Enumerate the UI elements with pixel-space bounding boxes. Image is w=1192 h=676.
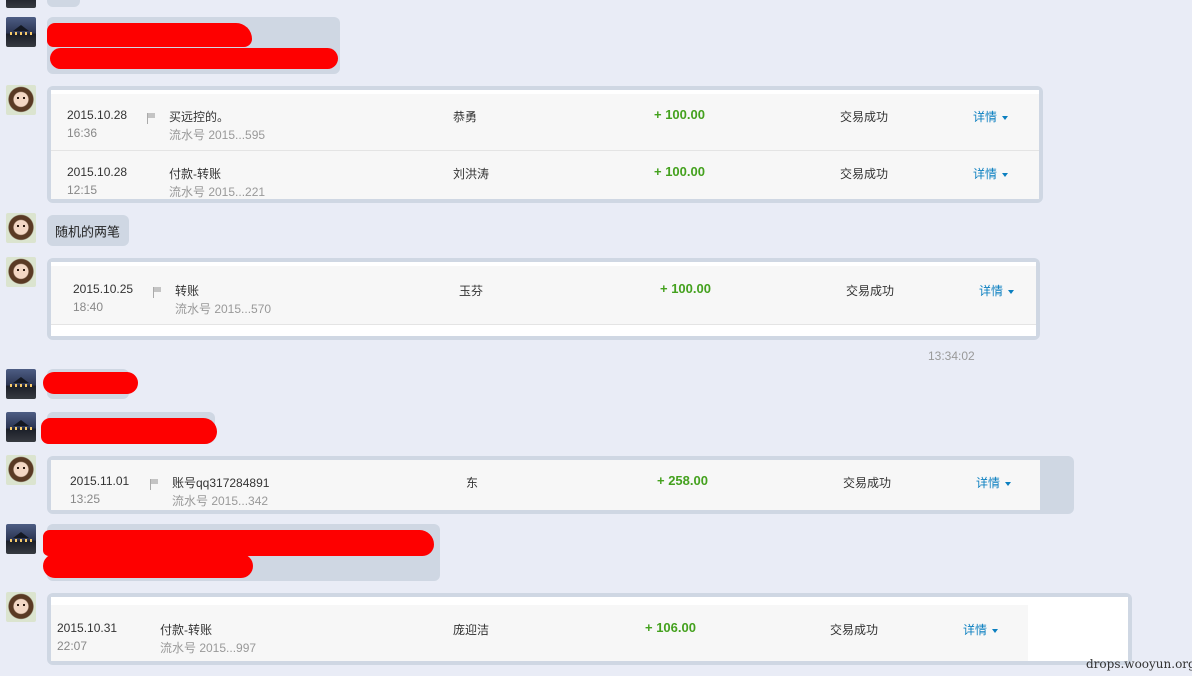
transaction-card: 2015.10.31 22:07 付款-转账 流水号 2015...997 庞迎…	[47, 593, 1132, 665]
details-label: 详情	[973, 110, 998, 124]
caret-down-icon	[1002, 115, 1009, 120]
caret-down-icon	[1005, 481, 1012, 486]
transaction-status: 交易成功	[840, 167, 889, 181]
message-bubble	[43, 369, 138, 399]
flag-icon[interactable]	[150, 479, 159, 490]
transaction-row[interactable]: 2015.10.28 12:15 付款-转账 流水号 2015...221 刘洪…	[51, 151, 1039, 199]
flag-icon[interactable]	[153, 287, 162, 298]
transaction-time: 22:07	[57, 639, 88, 653]
transaction-amount: + 100.00	[654, 107, 705, 122]
details-button[interactable]: 详情	[976, 474, 1012, 491]
transaction-row[interactable]: 2015.10.28 16:36 买远控的。 流水号 2015...595 恭勇…	[51, 94, 1039, 151]
message-bubble	[43, 524, 440, 581]
details-button[interactable]: 详情	[963, 621, 999, 638]
avatar[interactable]	[6, 369, 36, 399]
transaction-description: 账号qq317284891	[172, 476, 270, 490]
redaction-mark	[43, 530, 434, 556]
avatar[interactable]	[6, 17, 36, 47]
avatar[interactable]	[6, 213, 36, 243]
avatar[interactable]	[6, 85, 36, 115]
serial-number: 流水号 2015...342	[172, 494, 269, 508]
transaction-time: 18:40	[73, 300, 104, 314]
serial-number: 流水号 2015...997	[160, 641, 257, 655]
transaction-row[interactable]: 2015.11.01 13:25 账号qq317284891 流水号 2015.…	[51, 460, 1040, 510]
details-label: 详情	[963, 623, 988, 637]
avatar[interactable]	[6, 592, 36, 622]
redaction-mark	[50, 48, 338, 69]
flag-icon[interactable]	[147, 113, 156, 124]
caret-down-icon	[1008, 289, 1015, 294]
transaction-date: 2015.10.25	[73, 282, 134, 296]
counterparty-name: 玉芬	[459, 284, 484, 298]
transaction-status: 交易成功	[846, 284, 895, 298]
transaction-row[interactable]: 2015.10.25 18:40 转账 流水号 2015...570 玉芬 + …	[51, 266, 1036, 325]
avatar[interactable]	[6, 412, 36, 442]
redaction-mark	[43, 372, 138, 394]
watermark: drops.wooyun.org	[1086, 657, 1192, 671]
transaction-date: 2015.10.28	[67, 108, 128, 122]
transaction-description: 买远控的。	[169, 110, 230, 124]
details-button[interactable]: 详情	[973, 165, 1009, 182]
message-timestamp: 13:34:02	[928, 349, 975, 363]
redaction-mark	[47, 23, 252, 47]
transaction-date: 2015.11.01	[70, 474, 130, 488]
avatar[interactable]	[6, 0, 36, 8]
avatar[interactable]	[6, 257, 36, 287]
serial-number: 流水号 2015...570	[175, 302, 272, 316]
message-bubble	[47, 0, 80, 7]
transaction-status: 交易成功	[840, 110, 889, 124]
counterparty-name: 东	[466, 476, 479, 490]
transaction-time: 13:25	[70, 492, 101, 506]
message-bubble	[41, 412, 217, 444]
transaction-row[interactable]: 2015.10.31 22:07 付款-转账 流水号 2015...997 庞迎…	[51, 605, 1028, 661]
transaction-status: 交易成功	[843, 476, 892, 490]
details-button[interactable]: 详情	[973, 108, 1009, 125]
message-bubble	[47, 17, 340, 74]
transaction-amount: + 258.00	[657, 473, 708, 488]
transaction-amount: + 106.00	[645, 620, 696, 635]
transaction-date: 2015.10.31	[57, 621, 118, 635]
details-label: 详情	[976, 476, 1001, 490]
transaction-time: 12:15	[67, 183, 98, 197]
transaction-status: 交易成功	[830, 623, 879, 637]
caret-down-icon	[992, 628, 999, 633]
transaction-description: 转账	[175, 284, 200, 298]
transaction-time: 16:36	[67, 126, 98, 140]
avatar[interactable]	[6, 524, 36, 554]
transaction-card: 2015.10.25 18:40 转账 流水号 2015...570 玉芬 + …	[47, 258, 1040, 340]
transaction-description: 付款-转账	[169, 167, 221, 181]
transaction-card: 2015.10.28 16:36 买远控的。 流水号 2015...595 恭勇…	[47, 86, 1043, 203]
transaction-amount: + 100.00	[660, 281, 711, 296]
redaction-mark	[41, 418, 217, 444]
caret-down-icon	[1002, 172, 1009, 177]
message-bubble: 随机的两笔	[47, 215, 129, 246]
counterparty-name: 恭勇	[453, 110, 478, 124]
counterparty-name: 刘洪涛	[453, 167, 490, 181]
transaction-date: 2015.10.28	[67, 165, 128, 179]
chat-window: 2015.10.28 16:36 买远控的。 流水号 2015...595 恭勇…	[0, 0, 1192, 676]
details-label: 详情	[979, 284, 1004, 298]
transaction-amount: + 100.00	[654, 164, 705, 179]
counterparty-name: 庞迎洁	[453, 623, 490, 637]
transaction-description: 付款-转账	[160, 623, 212, 637]
details-label: 详情	[973, 167, 998, 181]
transaction-card: 2015.11.01 13:25 账号qq317284891 流水号 2015.…	[47, 456, 1074, 514]
details-button[interactable]: 详情	[979, 282, 1015, 299]
message-text: 随机的两笔	[55, 224, 121, 239]
redaction-mark	[43, 554, 253, 578]
serial-number: 流水号 2015...595	[169, 128, 266, 142]
serial-number: 流水号 2015...221	[169, 185, 266, 199]
avatar[interactable]	[6, 455, 36, 485]
